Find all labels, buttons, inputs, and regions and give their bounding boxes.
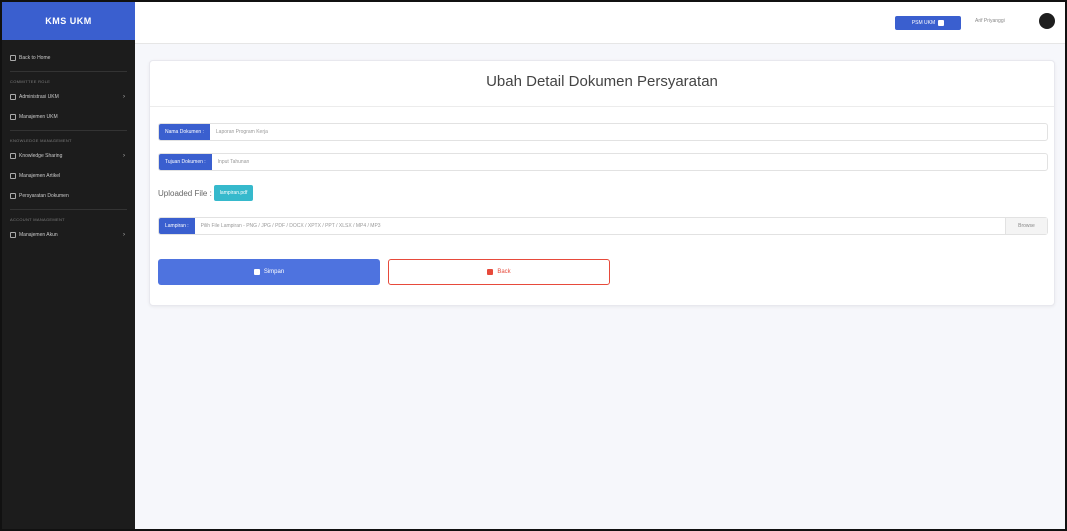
sidebar-item-label: Manajemen Akun [19,232,58,238]
sidebar-item-administrasi-ukm[interactable]: Administrasi UKM › [2,87,135,107]
sidebar-item-knowledge-sharing[interactable]: Knowledge Sharing › [2,146,135,166]
psm-ukm-button[interactable]: PSM UKM [895,16,961,30]
chevron-right-icon: › [123,94,125,100]
lampiran-label: Lampiran : [159,218,195,234]
sidebar-item-label: Manajemen UKM [19,114,58,120]
tujuan-dokumen-field: Tujuan Dokumen : Input Tahunan [158,153,1048,171]
document-icon [10,193,16,199]
share-icon [10,153,16,159]
sidebar-item-manajemen-artikel[interactable]: Manajemen Artikel [2,166,135,186]
lampiran-field: Lampiran : Pilih File Lampiran - PNG / J… [158,217,1048,235]
save-button[interactable]: Simpan [158,259,380,285]
nama-dokumen-label: Nama Dokumen : [159,124,210,140]
edit-document-card: Ubah Detail Dokumen Persyaratan Nama Dok… [149,60,1055,306]
tujuan-dokumen-label: Tujuan Dokumen : [159,154,212,170]
save-button-label: Simpan [263,269,285,275]
folder-icon [10,94,16,100]
sidebar-heading: KNOWLEDGE MANAGEMENT [10,137,72,143]
browse-button[interactable]: Browse [1005,218,1047,234]
sidebar-divider [10,130,127,131]
user-name[interactable]: Arif Priyanggi [975,18,1005,24]
sidebar-item-manajemen-akun[interactable]: Manajemen Akun › [2,225,135,245]
user-icon [10,232,16,238]
article-icon [10,173,16,179]
main-content: Ubah Detail Dokumen Persyaratan Nama Dok… [135,44,1065,529]
chevron-right-icon: › [123,232,125,238]
save-icon [253,269,260,275]
uploaded-file-label: Uploaded File : [158,188,212,198]
sidebar-heading: ACCOUNT MANAGEMENT [10,216,65,222]
sidebar-item-back-home[interactable]: Back to Home [2,48,135,68]
brand[interactable]: KMS UKM [2,2,135,40]
sidebar-item-manajemen-ukm[interactable]: Manajemen UKM [2,107,135,127]
sidebar-item-label: Knowledge Sharing [19,153,63,159]
lampiran-file-input[interactable]: Pilih File Lampiran - PNG / JPG / PDF / … [195,218,1005,234]
home-icon [10,55,16,61]
psm-ukm-label: PSM UKM [911,20,936,26]
sidebar-item-persyaratan-dokumen[interactable]: Persyaratan Dokumen [2,186,135,206]
sidebar-item-label: Persyaratan Dokumen [19,193,69,199]
page-title: Ubah Detail Dokumen Persyaratan [486,73,718,90]
uploaded-file-link[interactable]: lampiran.pdf [213,185,254,201]
sidebar-item-label: Back to Home [19,55,51,61]
list-icon [10,114,16,120]
sidebar: KMS UKM Back to Home COMMITTEE ROLE Admi… [2,2,135,529]
uploaded-file-row: Uploaded File : lampiran.pdf [158,185,254,201]
topbar: PSM UKM Arif Priyanggi [135,2,1065,44]
chevron-right-icon: › [123,153,125,159]
sidebar-divider [10,209,127,210]
sidebar-divider [10,71,127,72]
back-icon [487,269,494,275]
brand-label: KMS UKM [45,16,92,26]
back-button[interactable]: Back [388,259,610,285]
sidebar-item-label: Manajemen Artikel [19,173,61,179]
title-divider [150,106,1054,107]
tujuan-dokumen-input[interactable]: Input Tahunan [212,154,1047,170]
back-button-label: Back [497,269,511,275]
sidebar-item-label: Administrasi UKM [19,94,59,100]
nama-dokumen-field: Nama Dokumen : Laporan Program Kerja [158,123,1048,141]
user-menu-icon [938,20,945,26]
avatar[interactable] [1039,13,1055,29]
nama-dokumen-input[interactable]: Laporan Program Kerja [210,124,1047,140]
sidebar-heading: COMMITTEE ROLE [10,78,51,84]
